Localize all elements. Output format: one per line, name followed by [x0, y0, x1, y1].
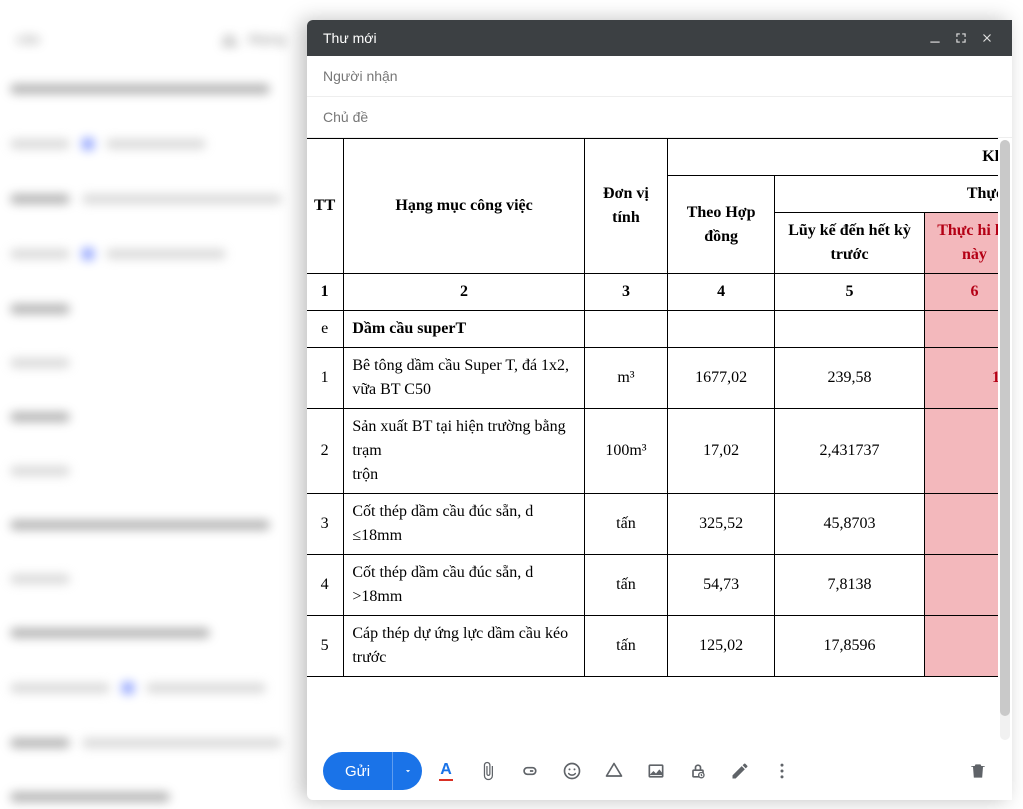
- send-button[interactable]: Gửi: [323, 752, 392, 790]
- drive-icon[interactable]: [596, 753, 632, 789]
- th-tt: TT: [307, 139, 344, 274]
- table-row: 4 Cốt thép dầm cầu đúc sẵn, d >18mm tấn …: [307, 555, 998, 616]
- subject-field[interactable]: Chủ đề: [307, 97, 1012, 138]
- nav-item: Mạng: [220, 30, 286, 48]
- compose-toolbar: Gửi A: [307, 742, 1012, 800]
- recipients-field[interactable]: Người nhận: [307, 56, 1012, 97]
- colnum: 4: [668, 274, 775, 311]
- table-row: 1 Bê tông dầm cầu Super T, đá 1x2, vữa B…: [307, 348, 998, 409]
- th-work: Hạng mục công việc: [344, 139, 584, 274]
- send-more-button[interactable]: [392, 752, 422, 790]
- table-row: 2 Sản xuất BT tại hiện trường bằng trạm …: [307, 409, 998, 494]
- compose-body[interactable]: TT Hạng mục công việc Đơn vị tính Khối T…: [307, 138, 1012, 742]
- colnum: 5: [775, 274, 925, 311]
- trash-icon[interactable]: [960, 753, 996, 789]
- scrollbar[interactable]: [1000, 140, 1010, 740]
- compose-header: Thư mới: [307, 20, 1012, 56]
- close-icon[interactable]: [974, 25, 1000, 51]
- th-unit: Đơn vị tính: [584, 139, 667, 274]
- table-row: 5 Cáp thép dự ứng lực dầm cầu kéo trước …: [307, 616, 998, 677]
- attach-icon[interactable]: [470, 753, 506, 789]
- th-this: Thực hi kỳ này: [924, 213, 998, 274]
- image-icon[interactable]: [638, 753, 674, 789]
- emoji-icon[interactable]: [554, 753, 590, 789]
- colnum: 6: [924, 274, 998, 311]
- colnum: 3: [584, 274, 667, 311]
- more-icon[interactable]: [764, 753, 800, 789]
- compose-title: Thư mới: [323, 30, 922, 46]
- th-contract: Theo Hợp đồng: [668, 176, 775, 274]
- th-khoi: Khối: [668, 139, 998, 176]
- pen-icon[interactable]: [722, 753, 758, 789]
- colnum: 2: [344, 274, 584, 311]
- scrollbar-thumb[interactable]: [1000, 140, 1010, 716]
- th-thuch: Thực h: [775, 176, 998, 213]
- confidential-icon[interactable]: [680, 753, 716, 789]
- section-name: Dầm cầu superT: [344, 311, 584, 348]
- section-id: e: [307, 311, 344, 348]
- pasted-table: TT Hạng mục công việc Đơn vị tính Khối T…: [307, 138, 998, 677]
- colnum: 1: [307, 274, 344, 311]
- table-row: 3 Cốt thép dầm cầu đúc sẵn, d ≤18mm tấn …: [307, 494, 998, 555]
- fullscreen-icon[interactable]: [948, 25, 974, 51]
- format-icon[interactable]: A: [428, 753, 464, 789]
- th-accum: Lũy kế đến hết kỳ trước: [775, 213, 925, 274]
- minimize-icon[interactable]: [922, 25, 948, 51]
- compose-window: Thư mới Người nhận Chủ đề TT Hạng mục cô…: [307, 20, 1012, 800]
- nav-item: cáo: [16, 30, 40, 48]
- link-icon[interactable]: [512, 753, 548, 789]
